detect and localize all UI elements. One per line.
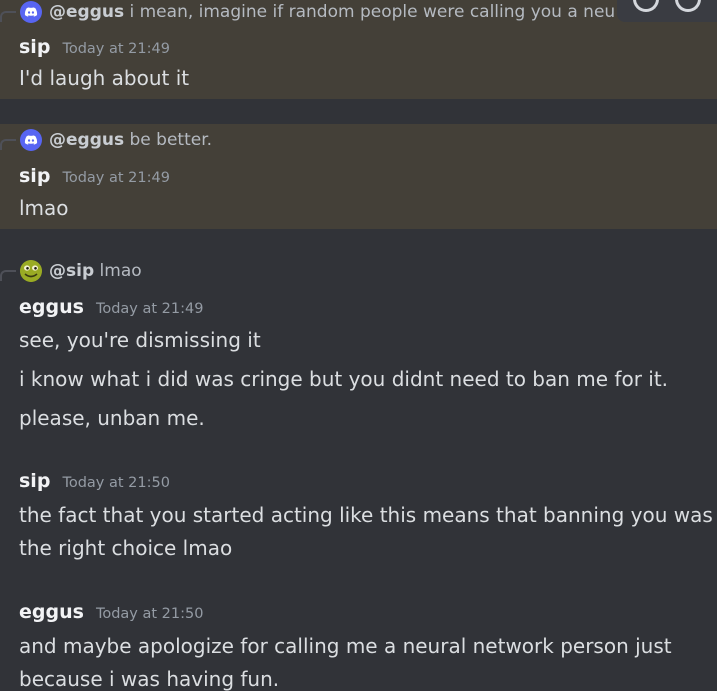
message-header: sip Today at 21:49 [19,165,170,187]
message-toolbar [617,0,717,22]
username[interactable]: sip [19,36,50,58]
username[interactable]: sip [19,470,50,492]
timestamp[interactable]: Today at 21:49 [62,170,170,186]
reply-spine [0,139,16,150]
message-text: the fact that you started acting like th… [19,503,713,560]
message-group: eggus Today at 21:50 and maybe apologize… [0,599,717,691]
reply-preview[interactable]: @eggus be better. [0,127,717,153]
timestamp[interactable]: Today at 21:49 [62,41,170,57]
reply-mention[interactable]: @sip [49,261,94,281]
discord-icon [20,1,42,23]
reply-preview[interactable]: @sip lmao [0,258,717,284]
timestamp[interactable]: Today at 21:50 [96,606,204,622]
reply-content: lmao [99,261,142,281]
message-text: i know what i did was cringe but you did… [19,367,669,391]
discord-icon [20,129,42,151]
reply-text: @eggus be better. [49,130,212,150]
message-text: I'd laugh about it [19,66,190,90]
timestamp[interactable]: Today at 21:50 [62,475,170,491]
frog-avatar-icon [20,260,42,282]
reply-spine [0,270,16,281]
reply-text: @eggus i mean, imagine if random people … [49,2,615,22]
message-text: and maybe apologize for calling me a neu… [19,634,672,691]
message-group: @sip lmao eggus Today at 21:49 see, you'… [0,256,717,436]
message-header: eggus Today at 21:50 [19,601,203,623]
timestamp[interactable]: Today at 21:49 [96,301,204,317]
reply-mention[interactable]: @eggus [49,130,124,150]
reply-mention[interactable]: @eggus [49,2,124,22]
username[interactable]: eggus [19,601,84,623]
message-group: @eggus be better. sip Today at 21:49 lma… [0,124,717,229]
username[interactable]: sip [19,165,50,187]
reply-spine [0,11,16,22]
message-text: please, unban me. [19,406,205,430]
message-header: sip Today at 21:50 [19,470,170,492]
reply-content: be better. [129,130,213,150]
message-group: sip Today at 21:50 the fact that you sta… [0,468,717,568]
reply-content: i mean, imagine if random people were ca… [129,2,616,22]
username[interactable]: eggus [19,296,84,318]
message-group: @eggus i mean, imagine if random people … [0,0,717,99]
message-header: eggus Today at 21:49 [19,296,203,318]
reply-preview[interactable]: @eggus i mean, imagine if random people … [0,0,717,25]
reply-text: @sip lmao [49,261,142,281]
message-text: lmao [19,196,69,220]
more-icon[interactable] [675,0,701,12]
reaction-icon[interactable] [633,0,659,12]
message-text: see, you're dismissing it [19,328,261,352]
message-header: sip Today at 21:49 [19,36,170,58]
